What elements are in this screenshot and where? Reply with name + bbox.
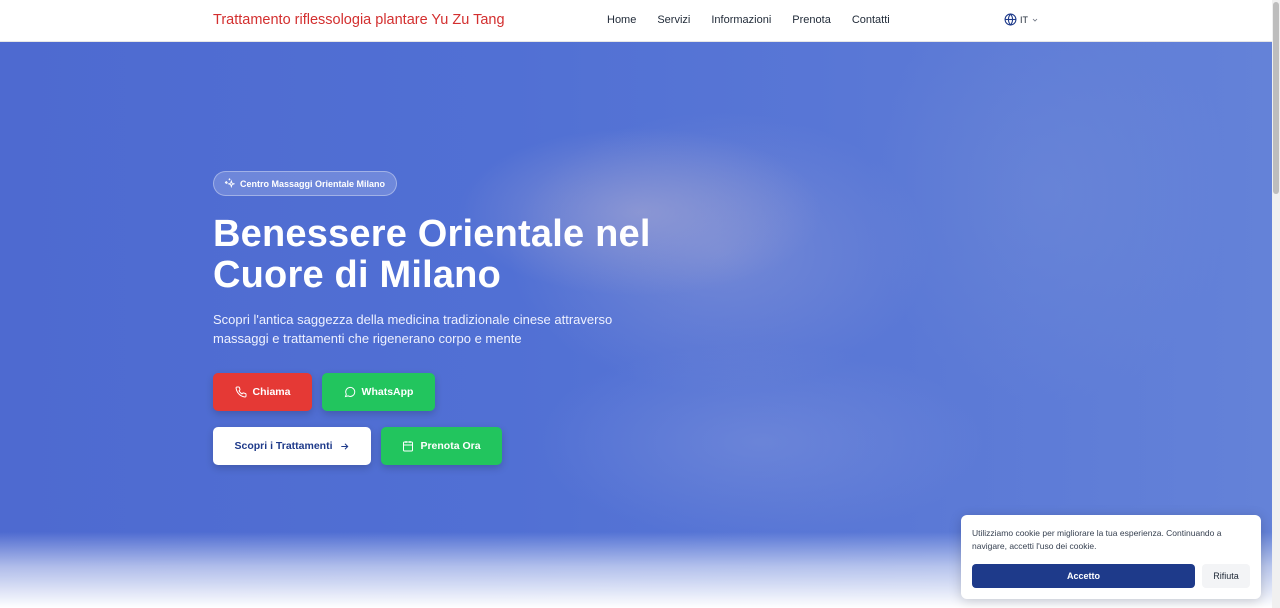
language-selector[interactable]: IT [1004,13,1039,26]
hero-badge-label: Centro Massaggi Orientale Milano [240,178,386,189]
hero-title: Benessere Orientale nel Cuore di Milano [213,213,651,296]
brand-title[interactable]: Trattamento riflessologia plantare Yu Zu… [213,12,505,28]
whatsapp-button[interactable]: WhatsApp [322,373,435,411]
site-header: Trattamento riflessologia plantare Yu Zu… [0,0,1272,42]
cookie-accept-button[interactable]: Accetto [972,564,1195,588]
phone-icon [235,386,247,398]
page-scrollbar[interactable] [1272,0,1280,608]
treatments-button-label: Scopri i Trattamenti [234,440,333,452]
scrollbar-thumb[interactable] [1273,2,1279,194]
cookie-reject-button[interactable]: Rifiuta [1202,564,1250,588]
calendar-icon [402,440,414,452]
cookie-banner: Utilizziamo cookie per migliorare la tua… [961,515,1261,599]
nav-servizi[interactable]: Servizi [657,14,690,26]
chevron-down-icon [1031,16,1039,24]
call-button[interactable]: Chiama [213,373,312,411]
sparkles-icon [224,177,236,190]
nav-informazioni[interactable]: Informazioni [711,14,771,26]
language-label: IT [1020,14,1028,25]
main-nav: Home Servizi Informazioni Prenota Contat… [607,14,911,26]
nav-home[interactable]: Home [607,14,636,26]
hero-badge: Centro Massaggi Orientale Milano [213,171,398,196]
book-button-label: Prenota Ora [420,440,481,452]
whatsapp-button-label: WhatsApp [361,386,414,398]
book-button[interactable]: Prenota Ora [381,427,502,465]
call-button-label: Chiama [252,386,291,398]
hero-subtitle: Scopri l'antica saggezza della medicina … [213,312,613,346]
whatsapp-icon [344,386,356,398]
cookie-message: Utilizziamo cookie per migliorare la tua… [972,528,1222,551]
treatments-button[interactable]: Scopri i Trattamenti [213,427,371,465]
nav-prenota[interactable]: Prenota [792,14,831,26]
nav-contatti[interactable]: Contatti [852,14,890,26]
arrow-right-icon [339,441,350,452]
globe-icon [1004,13,1017,26]
